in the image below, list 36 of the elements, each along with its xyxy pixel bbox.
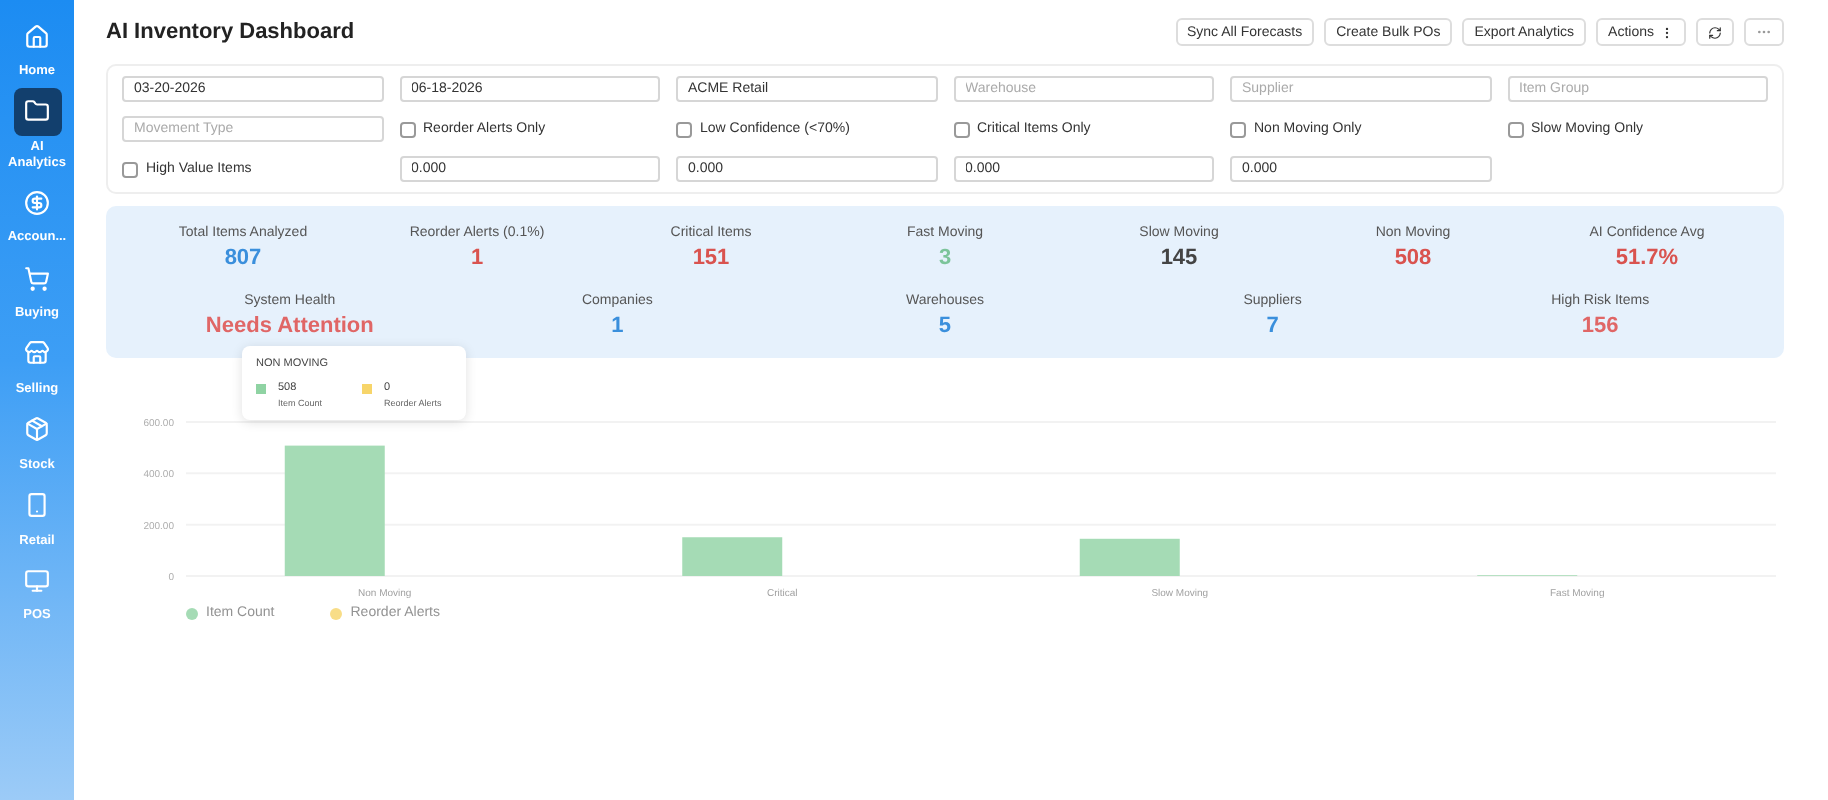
checkbox[interactable] xyxy=(399,121,415,137)
stat-value: Needs Attention xyxy=(205,314,374,338)
phone-icon xyxy=(24,492,50,519)
store-icon xyxy=(24,340,50,367)
checkbox[interactable] xyxy=(1230,121,1246,137)
dots-icon xyxy=(1660,25,1674,39)
chart-bar xyxy=(682,537,783,576)
package-icon xyxy=(24,416,50,443)
refresh-button[interactable] xyxy=(1696,18,1734,46)
checkbox[interactable] xyxy=(122,161,138,177)
dollar-icon xyxy=(24,189,50,216)
stat-value: 508 xyxy=(1394,246,1432,270)
stat-value: 7 xyxy=(1266,314,1279,338)
folder-icon xyxy=(24,98,50,125)
checkbox[interactable] xyxy=(676,121,692,137)
stat-value: 807 xyxy=(224,246,262,270)
checkbox[interactable] xyxy=(953,121,969,137)
page-title: AI Inventory Dashboard xyxy=(106,20,355,44)
stat-value: 51.7% xyxy=(1615,246,1679,270)
legend-dot xyxy=(186,607,198,619)
stat-value: 1 xyxy=(470,246,484,270)
stat-value: 3 xyxy=(938,246,952,270)
stat-value: 145 xyxy=(1160,246,1198,270)
legend-dot xyxy=(330,607,343,619)
stat-value: 1 xyxy=(611,314,624,338)
nav-button[interactable] xyxy=(13,87,61,136)
home-icon xyxy=(24,23,50,49)
stat-value: 156 xyxy=(1581,314,1619,338)
monitor-icon xyxy=(24,567,50,594)
refresh-icon xyxy=(1708,25,1722,39)
cart-icon xyxy=(24,265,50,292)
chart-bar xyxy=(1079,538,1180,576)
stat-value: 5 xyxy=(938,314,952,338)
stat-value: 151 xyxy=(692,246,730,270)
checkbox[interactable] xyxy=(1507,121,1523,137)
chart-bar xyxy=(284,445,385,576)
